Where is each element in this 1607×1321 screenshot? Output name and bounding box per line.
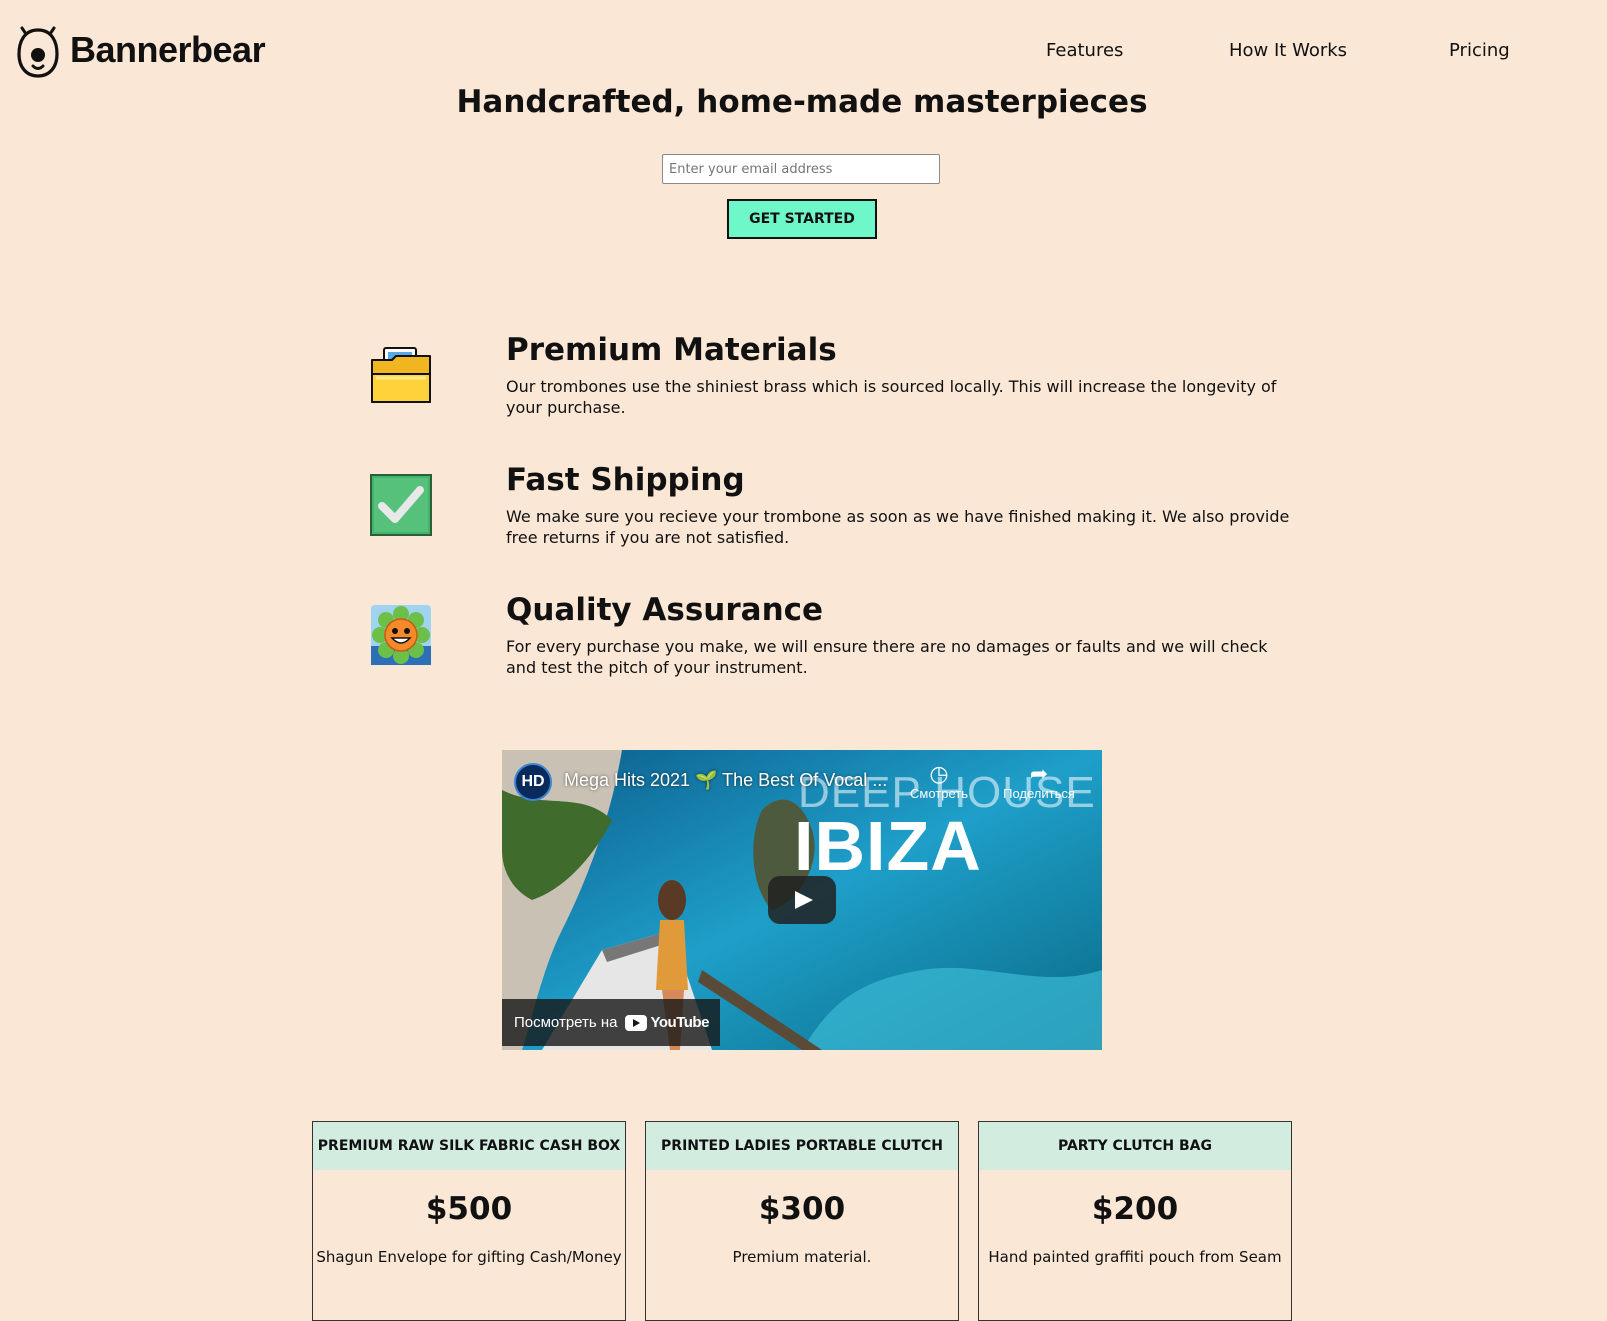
video-title[interactable]: Mega Hits 2021 🌱 The Best Of Vocal ... [564,770,887,791]
youtube-wordmark: YouTube [650,1014,709,1031]
play-button[interactable] [768,876,836,924]
nav-how-it-works-link[interactable]: How It Works [1229,40,1347,61]
main-nav: Features How It Works Pricing [0,40,1607,66]
watch-later-button[interactable]: ◷ Смотреть [894,761,984,802]
share-button[interactable]: ➦ Поделиться [994,761,1084,802]
share-label: Поделиться [1003,786,1075,801]
card-description: Shagun Envelope for gifting Cash/Money [316,1248,622,1266]
card-price: $200 [1091,1191,1179,1227]
pricing-card: PREMIUM RAW SILK FABRIC CASH BOX $500 Sh… [312,1121,626,1321]
pricing-card: PARTY CLUTCH BAG $200 Hand painted graff… [978,1121,1292,1321]
watch-on-youtube-link[interactable]: Посмотреть на YouTube [502,999,720,1046]
feature-title: Fast Shipping [506,462,745,498]
feature-text: For every purchase you make, we will ens… [506,637,1268,677]
card-product-name: PARTY CLUTCH BAG [979,1122,1291,1170]
get-started-button[interactable]: GET STARTED [727,199,877,239]
nav-features-link[interactable]: Features [1046,40,1123,61]
youtube-play-icon [625,1014,648,1031]
card-description: Hand painted graffiti pouch from Seam [988,1248,1282,1266]
youtube-video-embed[interactable]: HD DEEP HOUSE IBIZA Mega Hits 2021 🌱 The… [502,750,1102,1050]
clock-icon: ◷ [929,761,949,786]
card-price: $300 [758,1191,846,1227]
youtube-logo: YouTube [625,1014,709,1031]
feature-text: We make sure you recieve your trombone a… [506,507,1290,547]
thumbnail-text-ibiza: IBIZA [794,807,982,885]
nav-pricing-link[interactable]: Pricing [1449,40,1510,61]
share-arrow-icon: ➦ [1029,761,1049,786]
channel-avatar[interactable]: HD [514,763,552,801]
checkmark-icon [370,474,432,536]
card-price: $500 [425,1191,513,1227]
email-input[interactable] [662,154,940,184]
card-product-name: PRINTED LADIES PORTABLE CLUTCH [646,1122,958,1170]
card-description: Premium material. [732,1248,872,1266]
feature-title: Premium Materials [506,332,837,368]
pricing-card: PRINTED LADIES PORTABLE CLUTCH $300 Prem… [645,1121,959,1321]
feature-title: Quality Assurance [506,592,824,628]
hero-title: Handcrafted, home-made masterpieces [456,84,1148,120]
feature-text: Our trombones use the shiniest brass whi… [506,377,1277,417]
watch-on-label: Посмотреть на [514,1014,618,1031]
folder-icon [371,347,431,403]
smiling-flower-icon [371,605,431,665]
card-product-name: PREMIUM RAW SILK FABRIC CASH BOX [313,1122,625,1170]
watch-later-label: Смотреть [910,786,968,801]
